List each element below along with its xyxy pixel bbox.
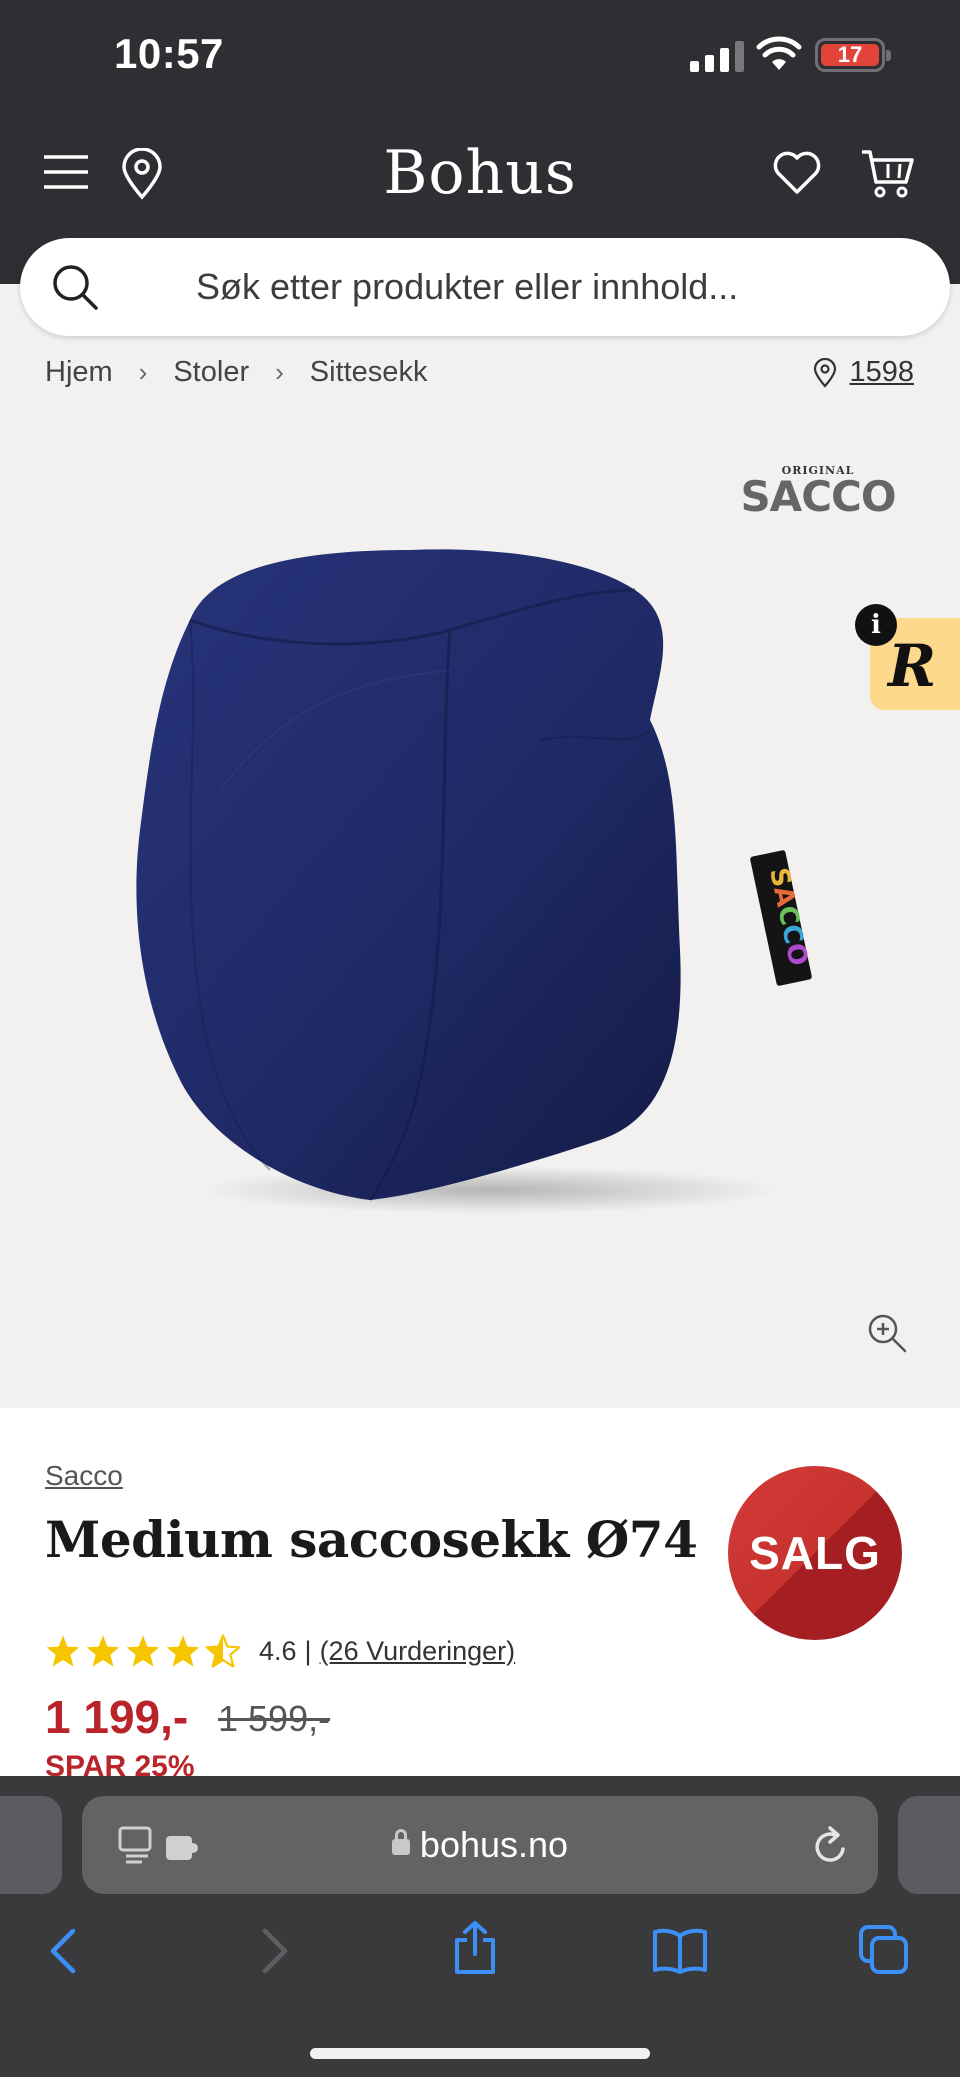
status-time: 10:57	[114, 30, 224, 77]
star-icon	[126, 1635, 160, 1667]
store-selector[interactable]: 1598	[813, 356, 914, 389]
breadcrumb: Hjem › Stoler › Sittesekk	[45, 356, 427, 389]
breadcrumb-hjem[interactable]: Hjem	[45, 356, 113, 389]
heart-icon[interactable]	[772, 150, 822, 196]
star-icon	[86, 1635, 120, 1667]
rating-value: 4.6	[259, 1635, 297, 1666]
sacco-brand-logo: ORIGINAL SACCO	[738, 464, 898, 521]
bookmarks-icon[interactable]	[652, 1928, 708, 1974]
product-rating: 4.6 | (26 Vurderinger)	[45, 1634, 515, 1668]
sale-badge: SALG	[728, 1466, 902, 1640]
share-icon[interactable]	[452, 1920, 498, 1976]
current-price: 1 199,-	[45, 1691, 189, 1743]
search-bar[interactable]: Søk etter produkter eller innhold...	[20, 238, 950, 336]
store-number[interactable]: 1598	[849, 356, 914, 389]
product-title: Medium saccosekk Ø74	[45, 1510, 698, 1569]
cart-icon[interactable]	[860, 148, 916, 200]
reviews-link[interactable]: (26 Vurderinger)	[320, 1636, 516, 1667]
wifi-icon	[756, 36, 802, 70]
reload-icon[interactable]	[812, 1826, 850, 1866]
home-indicator	[310, 2048, 650, 2059]
search-icon[interactable]	[50, 262, 100, 312]
star-icon	[46, 1635, 80, 1667]
breadcrumb-sittesekk[interactable]: Sittesekk	[310, 356, 428, 389]
store-location-icon	[814, 357, 837, 388]
tabs-icon[interactable]	[858, 1924, 910, 1976]
back-icon[interactable]	[48, 1928, 78, 1974]
chevron-right-icon: ›	[138, 357, 148, 387]
battery-icon: 17	[815, 38, 891, 72]
previous-tab-preview[interactable]	[0, 1796, 62, 1894]
zoom-in-icon[interactable]	[866, 1312, 908, 1354]
info-icon[interactable]: i	[855, 604, 897, 646]
url-display[interactable]: bohus.no	[82, 1824, 878, 1866]
half-star-icon	[205, 1634, 241, 1668]
product-image-beanbag[interactable]: SACCO	[120, 520, 840, 1220]
cellular-signal-icon	[690, 40, 744, 72]
star-icon	[166, 1635, 200, 1667]
next-tab-preview[interactable]	[898, 1796, 960, 1894]
forward-icon[interactable]	[260, 1928, 290, 1974]
brand-logo-text: SACCO	[740, 472, 896, 521]
review-widget-letter: R	[888, 632, 937, 700]
brand-link[interactable]: Sacco	[45, 1460, 123, 1492]
product-info: Sacco Medium saccosekk Ø74 SALG 4.6 | (2…	[0, 1408, 960, 1783]
browser-toolbar: bohus.no	[0, 1776, 960, 2077]
original-price: 1 599,-	[218, 1698, 331, 1739]
search-input[interactable]: Søk etter produkter eller innhold...	[196, 266, 738, 308]
chevron-right-icon: ›	[275, 357, 284, 387]
url-text[interactable]: bohus.no	[420, 1824, 568, 1865]
battery-level: 17	[821, 42, 879, 67]
status-bar: 10:57 17	[0, 0, 960, 112]
breadcrumb-stoler[interactable]: Stoler	[173, 356, 249, 389]
lock-icon	[391, 1829, 410, 1855]
address-bar[interactable]: bohus.no	[82, 1796, 878, 1894]
rating-separator: |	[304, 1635, 312, 1666]
